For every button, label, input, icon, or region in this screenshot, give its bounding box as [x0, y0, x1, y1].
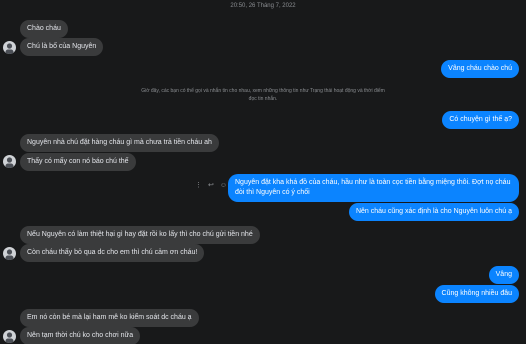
- message-out[interactable]: Nguyên đặt kha khá đồ của cháu, hầu như …: [228, 174, 519, 202]
- message-in[interactable]: Nên tạm thời chú ko cho chơi nữa: [20, 327, 141, 344]
- message-in[interactable]: Em nó còn bé mà lại ham mê ko kiểm soát …: [20, 309, 199, 327]
- info-notice: Giờ đây, các bạn có thể gọi và nhắn tin …: [141, 88, 385, 102]
- avatar[interactable]: [3, 155, 16, 168]
- avatar[interactable]: [3, 41, 16, 54]
- message-in[interactable]: Nguyên nhà chú đặt hàng cháu gì mà chưa …: [20, 134, 219, 152]
- avatar[interactable]: [3, 330, 16, 343]
- more-options-icon[interactable]: ⋮: [195, 182, 202, 190]
- message-in[interactable]: Thấy có mấy con nó báo chú thế: [20, 153, 136, 171]
- message-in[interactable]: Nếu Nguyên có làm thiệt hại gì hay đặt r…: [20, 226, 260, 244]
- message-actions: ⋮ ↩ ☺: [195, 182, 227, 190]
- message-out[interactable]: Vâng cháu chào chú: [441, 60, 519, 78]
- avatar-icon: [5, 43, 14, 54]
- message-out[interactable]: Vâng: [488, 266, 519, 284]
- message-out[interactable]: Cũng không nhiều đâu: [434, 285, 519, 303]
- timestamp: 20:50, 26 Tháng 7, 2022: [230, 3, 296, 9]
- avatar-icon: [5, 249, 14, 260]
- react-icon[interactable]: ☺: [220, 182, 227, 190]
- message-in[interactable]: Chào cháu: [20, 20, 68, 38]
- reply-icon[interactable]: ↩: [208, 182, 214, 190]
- message-out[interactable]: Có chuyện gì thế ạ?: [442, 111, 519, 129]
- message-in[interactable]: Chú là bố của Nguyên: [20, 38, 104, 56]
- avatar-icon: [5, 332, 14, 343]
- message-in[interactable]: Còn cháu thấy bỏ qua dc cho em thì chú c…: [20, 244, 205, 262]
- message-out[interactable]: Nên cháu cũng xác định là cho Nguyên luô…: [348, 203, 519, 221]
- avatar[interactable]: [3, 247, 16, 260]
- avatar-icon: [5, 157, 14, 168]
